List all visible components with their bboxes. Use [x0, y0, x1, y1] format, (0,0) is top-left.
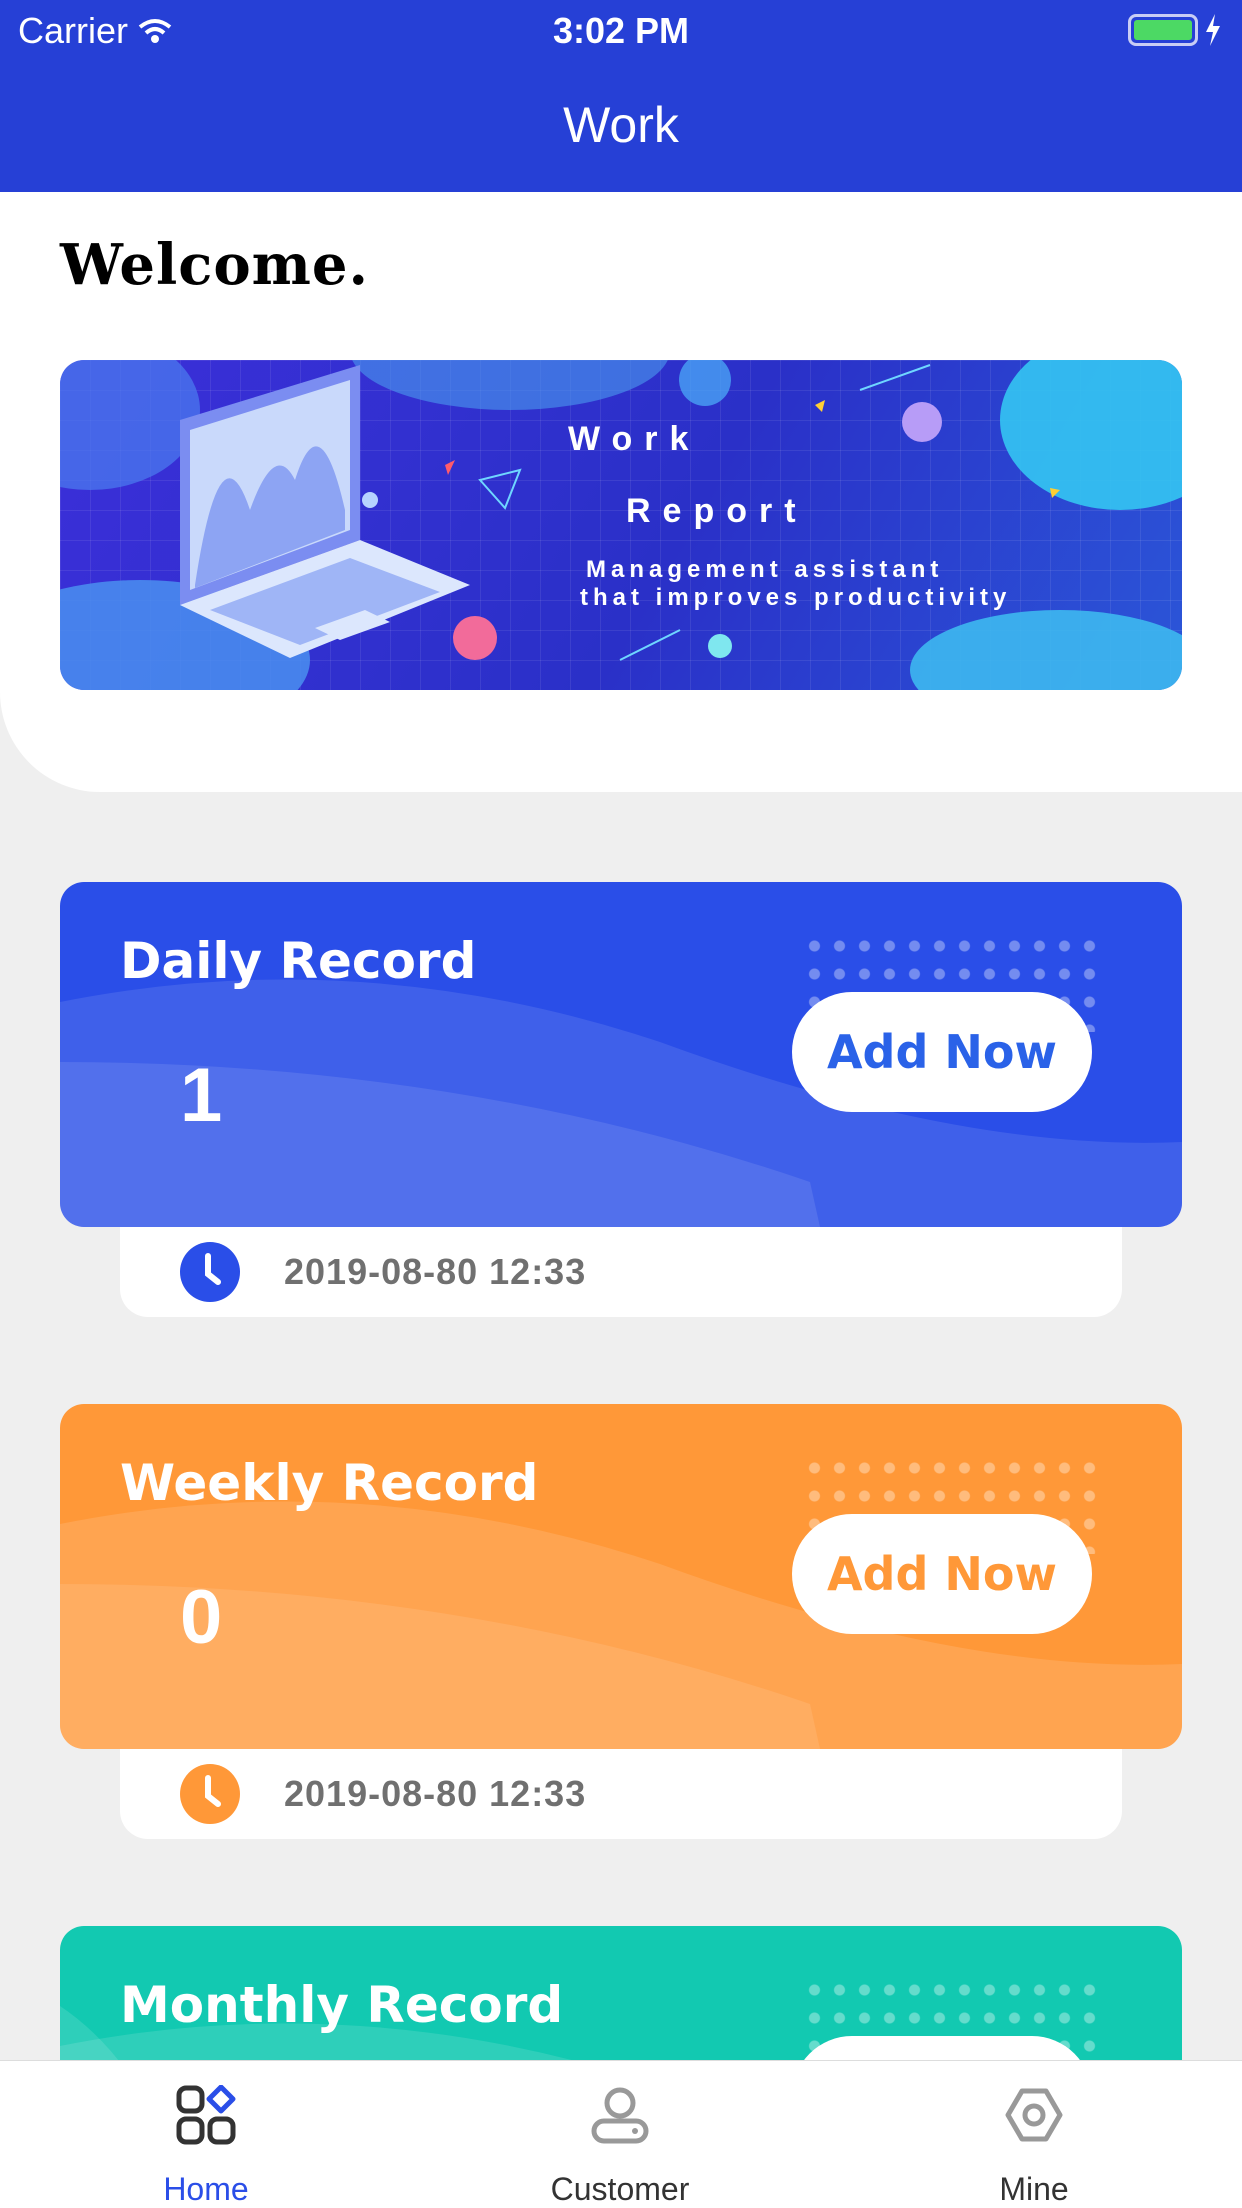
daily-last-updated: 2019-08-80 12:33 — [120, 1227, 1122, 1317]
monthly-record-title: Monthly Record — [120, 1976, 564, 2034]
daily-record-title: Daily Record — [120, 932, 477, 990]
weekly-timestamp: 2019-08-80 12:33 — [284, 1773, 587, 1814]
tab-customer[interactable]: Customer — [510, 2061, 730, 2208]
daily-timestamp: 2019-08-80 12:33 — [284, 1251, 587, 1292]
banner-subtitle: Management assistant that improves produ… — [580, 556, 1011, 612]
battery-icon — [1128, 14, 1198, 46]
tab-mine[interactable]: Mine — [924, 2061, 1144, 2208]
tab-bar: Home Customer Mine — [0, 2060, 1242, 2208]
weekly-record-title: Weekly Record — [120, 1454, 539, 1512]
home-grid-icon — [176, 2085, 236, 2145]
page-title: Work — [563, 97, 679, 153]
banner-illustration — [60, 360, 1182, 690]
daily-add-now-button[interactable]: Add Now — [792, 992, 1092, 1112]
weekly-record-card: Weekly Record 0 Add Now 2019-08-80 12:33 — [60, 1404, 1182, 1839]
banner-subtitle-line2: that improves productivity — [580, 584, 1012, 611]
work-report-banner[interactable]: Work Report Management assistant that im… — [60, 360, 1182, 690]
banner-title-work: Work — [568, 420, 701, 458]
weekly-last-updated: 2019-08-80 12:33 — [120, 1749, 1122, 1839]
banner-subtitle-line1: Management assistant — [586, 556, 944, 583]
tab-home-label: Home — [163, 2171, 249, 2207]
weekly-record-panel: Weekly Record 0 Add Now — [60, 1404, 1182, 1749]
status-bar: Carrier 3:02 PM — [0, 0, 1242, 62]
tab-home[interactable]: Home — [96, 2061, 316, 2208]
charging-bolt-icon — [1206, 14, 1220, 46]
tab-customer-label: Customer — [550, 2171, 690, 2207]
weekly-add-now-button[interactable]: Add Now — [792, 1514, 1092, 1634]
welcome-title: Welcome. — [60, 232, 370, 298]
welcome-section: Welcome. Work Report Management assistan… — [0, 192, 1242, 792]
mine-hexagon-icon — [1005, 2088, 1063, 2142]
daily-record-card: Daily Record 1 Add Now 2019-08-80 12:33 — [60, 882, 1182, 1317]
battery-indicator — [1128, 14, 1222, 46]
header: Carrier 3:02 PM Work — [0, 0, 1242, 192]
clock-icon — [180, 1242, 240, 1302]
tab-mine-label: Mine — [999, 2171, 1069, 2207]
weekly-record-count: 0 — [180, 1575, 223, 1660]
daily-record-panel: Daily Record 1 Add Now — [60, 882, 1182, 1227]
customer-icon — [591, 2087, 649, 2144]
daily-record-count: 1 — [180, 1053, 223, 1138]
status-time: 3:02 PM — [552, 10, 690, 51]
clock-icon — [180, 1764, 240, 1824]
banner-title-report: Report — [626, 492, 808, 530]
